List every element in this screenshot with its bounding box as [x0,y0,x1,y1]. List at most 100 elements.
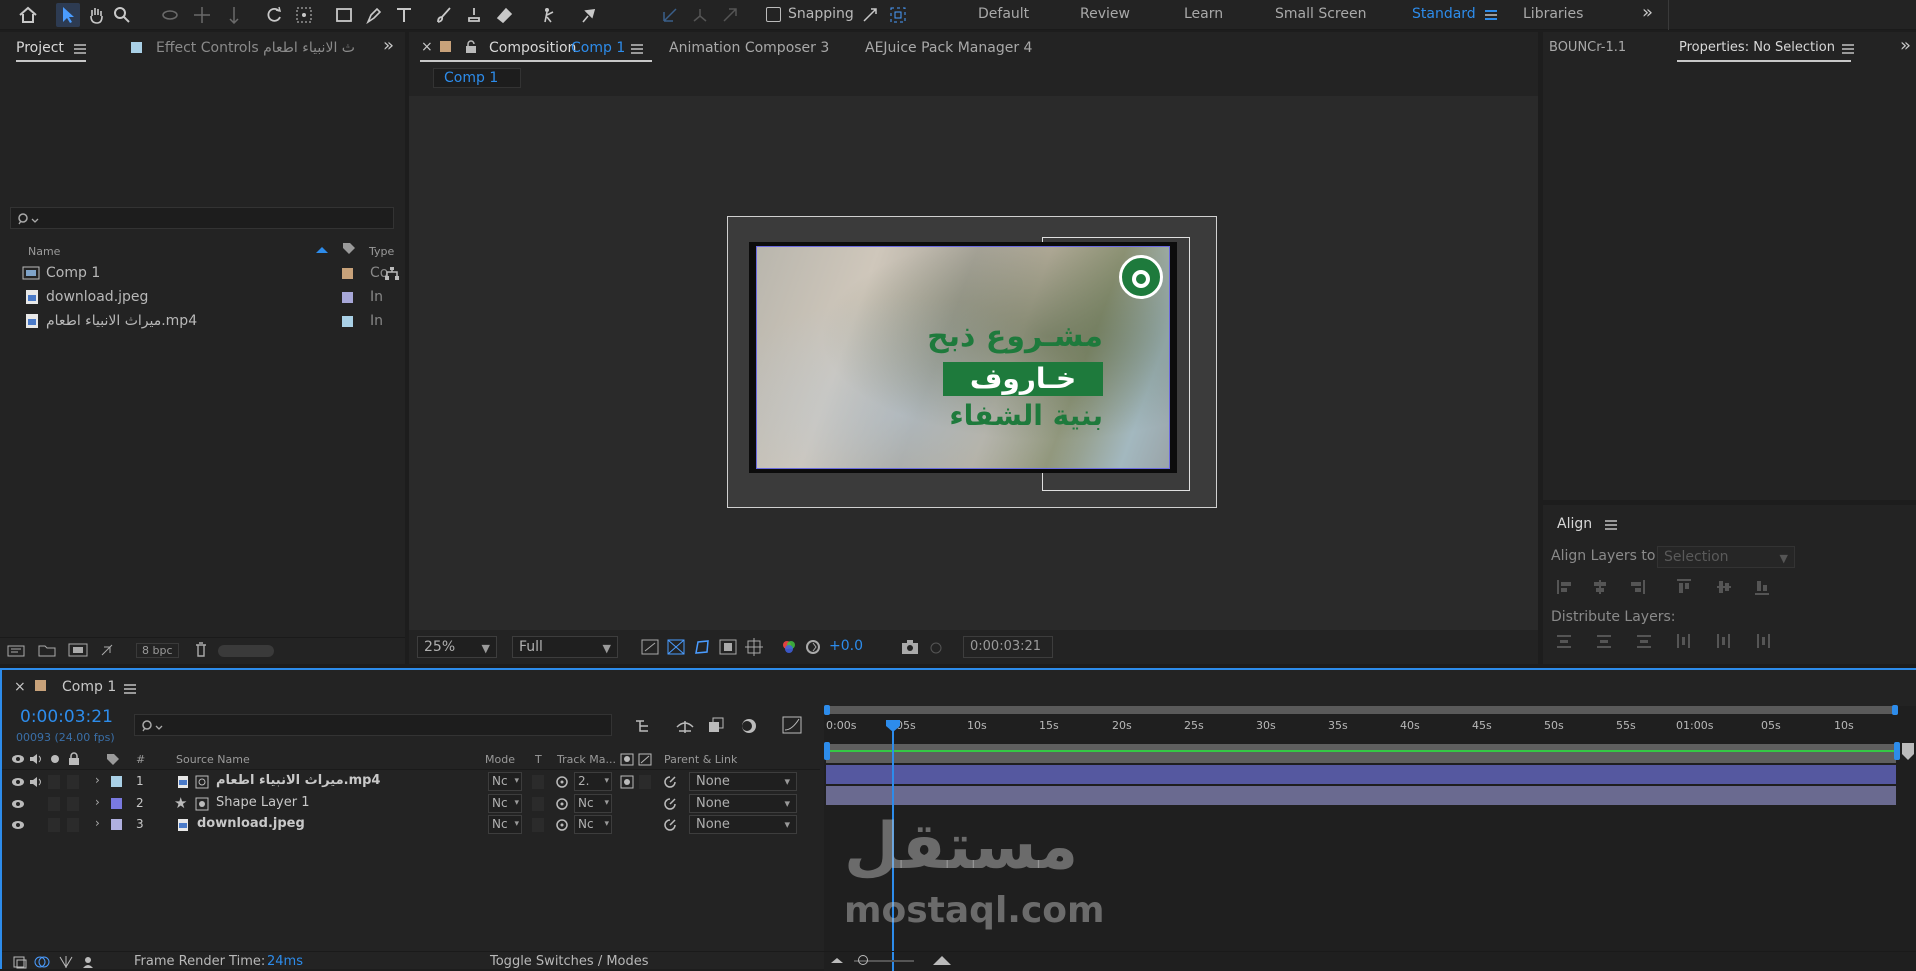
channel-rgb-icon[interactable] [781,639,797,655]
pickwhip-icon[interactable] [555,775,569,789]
region-of-interest-icon[interactable] [641,639,659,655]
timeline-search-input[interactable] [134,714,612,736]
expand-chevron-icon[interactable]: › [95,795,100,809]
matte-invert-icon[interactable] [638,753,652,766]
interpret-footage-icon[interactable] [6,644,26,658]
tab-bouncr[interactable]: BOUNCr-1.1 [1549,40,1626,55]
selection-tool-icon[interactable] [56,3,80,27]
tab-composition[interactable]: Composition [489,40,576,56]
solo-icon[interactable] [50,754,60,764]
table-row[interactable]: › 3 download.jpeg Nc ▾ Nc ▾ None ▾ [2,815,820,835]
align-to-select[interactable]: Selection ▼ [1657,546,1795,568]
thumbnail-size-slider[interactable] [218,645,274,657]
matte-invert-toggle[interactable] [639,775,651,789]
reset-exposure-icon[interactable] [805,639,821,655]
rectangle-tool-icon[interactable] [332,3,356,27]
comp-flowchart-icon[interactable] [634,717,654,735]
panel-overflow-icon[interactable]: » [1900,35,1911,56]
layer-in-handle[interactable] [824,742,830,760]
properties-menu-icon[interactable] [1842,44,1854,54]
table-row[interactable]: › 2 ★ Shape Layer 1 Nc ▾ Nc ▾ None ▾ [2,794,820,814]
label-color-swatch[interactable] [111,776,122,787]
workspace-learn[interactable]: Learn [1184,6,1223,22]
home-icon[interactable] [16,3,40,27]
snapping-checkbox[interactable] [766,7,781,22]
close-tab-icon[interactable]: × [14,679,26,695]
parent-select[interactable]: None ▾ [689,772,797,791]
render-time-icon[interactable] [82,955,98,969]
list-item[interactable]: Comp 1 Co [0,263,405,285]
anchor-tool-icon[interactable] [292,3,316,27]
motion-blur-icon[interactable] [739,717,759,735]
lock-toggle[interactable] [67,797,79,811]
hand-tool-icon[interactable] [84,3,108,27]
expand-chevron-icon[interactable]: › [95,816,100,830]
matte-alpha-icon[interactable] [620,775,634,789]
in-out-columns-icon[interactable] [58,955,74,969]
tab-composition-name[interactable]: Comp 1 [571,40,625,56]
label-color-swatch[interactable] [342,268,353,279]
tab-aejuice-pack-manager[interactable]: AEJuice Pack Manager 4 [865,40,1032,56]
preserve-transparency-toggle[interactable] [532,797,544,811]
column-source-name-header[interactable]: Source Name [176,753,250,766]
close-tab-icon[interactable]: × [421,39,433,55]
label-color-swatch[interactable] [342,316,353,327]
timeline-menu-icon[interactable] [124,684,136,694]
puppet-pin-icon[interactable] [576,3,600,27]
playhead-icon[interactable] [885,719,901,733]
grid-options-icon[interactable] [745,638,763,656]
project-settings-icon[interactable] [100,643,120,657]
solo-toggle[interactable] [48,797,60,811]
parent-pickwhip-icon[interactable] [663,797,677,811]
track-matte-select[interactable]: Nc ▾ [574,794,612,813]
zoom-slider-thumb[interactable] [858,955,868,965]
resolution-select[interactable]: Full ▼ [512,636,618,658]
pen-tool-icon[interactable] [362,3,386,27]
sort-ascending-icon[interactable] [315,246,329,254]
track-matte-select[interactable]: 2. ▾ [574,772,612,791]
lock-toggle[interactable] [67,818,79,832]
tab-properties[interactable]: Properties: No Selection [1679,40,1835,55]
zoom-tool-icon[interactable] [110,3,134,27]
tab-animation-composer[interactable]: Animation Composer 3 [669,40,829,56]
workspace-review[interactable]: Review [1080,6,1130,22]
zoom-select[interactable]: 25% ▼ [417,636,497,658]
label-tag-icon[interactable] [106,753,120,766]
clone-stamp-icon[interactable] [462,3,486,27]
pan-tool-icon[interactable] [190,3,214,27]
snapshot-camera-icon[interactable] [901,639,919,655]
guides-options-icon[interactable] [719,639,737,655]
label-color-swatch[interactable] [111,798,122,809]
layer-bar[interactable] [826,744,1896,763]
audio-icon[interactable] [29,753,43,765]
time-ruler[interactable]: 0:00s 05s 10s 15s 20s 25s 30s 35s 40s 45… [824,718,1904,738]
pickwhip-icon[interactable] [555,818,569,832]
work-area-bar[interactable] [826,706,1896,714]
distribute-buttons-row[interactable] [1557,633,1797,651]
solo-toggle[interactable] [48,775,60,789]
audio-icon[interactable] [29,776,43,788]
flowchart-icon[interactable] [384,266,400,282]
draft-3d-icon[interactable] [675,717,695,735]
zoom-in-icon[interactable] [932,954,952,966]
column-mode-header[interactable]: Mode [485,753,515,766]
workspace-default[interactable]: Default [978,6,1029,22]
column-parent-link-header[interactable]: Parent & Link [664,753,737,766]
list-item[interactable]: download.jpeg In [0,287,405,309]
layer-bar[interactable] [826,765,1896,784]
workspace-menu-icon[interactable] [1485,10,1497,20]
lock-column-icon[interactable] [68,752,80,765]
lock-toggle[interactable] [67,775,79,789]
dolly-tool-icon[interactable] [222,3,246,27]
toggle-switches-modes-button[interactable]: Toggle Switches / Modes [490,954,649,969]
tab-project[interactable]: Project [16,40,64,56]
solo-toggle[interactable] [48,818,60,832]
pickwhip-icon[interactable] [555,797,569,811]
workspace-overflow-icon[interactable]: » [1642,2,1653,23]
composition-menu-icon[interactable] [631,44,643,54]
layer-bar[interactable] [826,786,1896,805]
layer-name[interactable]: download.jpeg [197,816,305,831]
expand-chevron-icon[interactable]: › [95,773,100,787]
workspace-libraries[interactable]: Libraries [1523,6,1583,22]
transparency-grid-icon[interactable] [667,639,685,655]
